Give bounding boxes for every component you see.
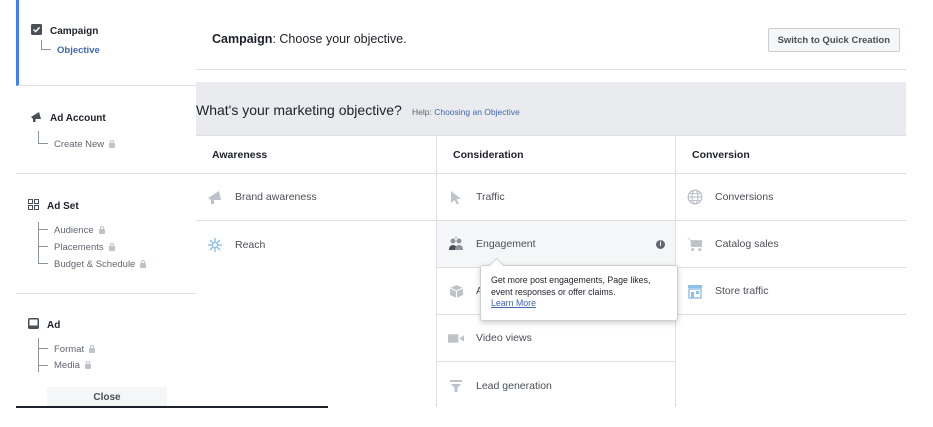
tree-connector xyxy=(38,355,48,366)
objective-lead-generation[interactable]: Lead generation xyxy=(437,362,675,409)
megaphone-icon xyxy=(30,111,42,125)
tree-connector xyxy=(38,256,48,264)
lock-icon xyxy=(109,140,116,148)
sidebar-item-media[interactable]: Media xyxy=(54,360,91,371)
sidebar: Campaign Objective Ad Account Create New xyxy=(16,0,196,408)
column-heading-consideration: Consideration xyxy=(437,135,675,174)
objective-question: What's your marketing objective? xyxy=(196,102,402,118)
column-heading-conversion: Conversion xyxy=(676,135,906,174)
switch-to-quick-creation-button[interactable]: Switch to Quick Creation xyxy=(767,28,900,52)
column-heading-awareness: Awareness xyxy=(196,135,436,174)
checkbox-icon xyxy=(31,24,42,38)
choosing-objective-link[interactable]: Choosing an Objective xyxy=(434,107,520,117)
learn-more-link[interactable]: Learn More xyxy=(491,298,667,310)
page-title-bold: Campaign xyxy=(212,32,273,46)
tree-connector xyxy=(38,338,48,349)
funnel-icon xyxy=(448,378,464,394)
sidebar-item-audience[interactable]: Audience xyxy=(54,225,105,236)
tree-connector xyxy=(38,239,48,247)
tree-connector xyxy=(38,222,48,230)
sidebar-section-campaign[interactable]: Campaign Objective xyxy=(16,0,196,86)
page-title-rest: : Choose your objective. xyxy=(272,32,407,46)
objective-catalog-sales[interactable]: Catalog sales xyxy=(676,221,906,268)
sidebar-item-format[interactable]: Format xyxy=(54,344,96,355)
objective-engagement[interactable]: Engagement i xyxy=(437,221,675,268)
sidebar-format-label: Format xyxy=(54,344,85,355)
sidebar-campaign-label: Campaign xyxy=(50,25,99,37)
box-icon xyxy=(448,283,464,299)
sidebar-ad-account-label: Ad Account xyxy=(50,112,106,124)
tooltip-text: Get more post engagements, Page likes, e… xyxy=(491,275,651,297)
sidebar-ad-heading[interactable]: Ad xyxy=(28,318,60,332)
objective-label: Conversions xyxy=(715,191,774,203)
sidebar-media-label: Media xyxy=(54,360,80,371)
cursor-icon xyxy=(448,189,464,205)
tree-connector xyxy=(41,40,51,50)
info-icon[interactable]: i xyxy=(656,240,665,249)
reach-icon xyxy=(207,237,223,253)
objective-store-traffic[interactable]: Store traffic xyxy=(676,268,906,315)
tree-connector xyxy=(38,131,48,144)
lock-icon xyxy=(140,260,147,268)
sidebar-section-ad-account[interactable]: Ad Account Create New xyxy=(16,86,196,174)
objective-video-views[interactable]: Video views xyxy=(437,315,675,362)
objective-label: Lead generation xyxy=(476,379,552,392)
sidebar-item-placements[interactable]: Placements xyxy=(54,242,115,253)
objective-help-prefix: Help: xyxy=(412,107,435,117)
megaphone-icon xyxy=(207,189,223,205)
grid-icon xyxy=(28,199,39,213)
page-title: Campaign: Choose your objective. xyxy=(212,32,407,46)
close-button[interactable]: Close xyxy=(47,387,167,408)
objective-label: Catalog sales xyxy=(715,238,779,250)
sidebar-create-new-label: Create New xyxy=(54,139,105,150)
objective-traffic[interactable]: Traffic xyxy=(437,174,675,221)
sidebar-ad-set-label: Ad Set xyxy=(47,200,79,212)
sidebar-placements-label: Placements xyxy=(54,242,104,253)
lock-icon xyxy=(108,243,115,251)
sidebar-budget-schedule-label: Budget & Schedule xyxy=(54,259,136,270)
objective-band: What's your marketing objective? Help: C… xyxy=(196,82,906,135)
sidebar-ad-set-heading[interactable]: Ad Set xyxy=(28,199,79,213)
objective-label: Video views xyxy=(476,332,532,344)
people-icon xyxy=(448,236,464,252)
objective-brand-awareness[interactable]: Brand awareness xyxy=(196,174,436,221)
objective-label: Store traffic xyxy=(715,285,769,297)
lock-icon xyxy=(89,345,96,353)
column-awareness: Awareness Brand awareness Reach xyxy=(196,135,436,407)
sidebar-section-ad-set[interactable]: Ad Set Audience Placements Budget & Sche… xyxy=(16,174,196,294)
shopping-cart-icon xyxy=(687,236,703,252)
objective-conversions[interactable]: Conversions xyxy=(676,174,906,221)
sidebar-audience-label: Audience xyxy=(54,225,94,236)
column-conversion: Conversion Conversions Catalog sales Sto… xyxy=(676,135,906,407)
objective-reach[interactable]: Reach xyxy=(196,221,436,268)
store-icon xyxy=(687,283,703,299)
lock-icon xyxy=(84,361,91,369)
video-camera-icon xyxy=(448,330,464,346)
sidebar-ad-label: Ad xyxy=(47,319,61,331)
sidebar-create-new-row: Create New xyxy=(54,139,116,150)
ad-square-icon xyxy=(28,318,39,332)
objective-grid: Awareness Brand awareness Reach Consider… xyxy=(196,135,906,407)
objective-label: Traffic xyxy=(476,191,505,203)
objective-label: Engagement xyxy=(476,238,536,250)
sidebar-item-budget-schedule[interactable]: Budget & Schedule xyxy=(54,259,147,270)
lock-icon xyxy=(98,226,105,234)
sidebar-objective-label: Objective xyxy=(57,45,100,56)
engagement-tooltip: Get more post engagements, Page likes, e… xyxy=(480,265,678,321)
page-header: Campaign: Choose your objective. Switch … xyxy=(196,10,906,70)
objective-help: Help: Choosing an Objective xyxy=(412,107,520,117)
objective-label: Reach xyxy=(235,238,266,251)
sidebar-campaign-heading[interactable]: Campaign xyxy=(31,24,98,38)
globe-icon xyxy=(687,189,703,205)
sidebar-ad-account-heading[interactable]: Ad Account xyxy=(30,111,106,125)
objective-label: Brand awareness xyxy=(235,191,317,203)
